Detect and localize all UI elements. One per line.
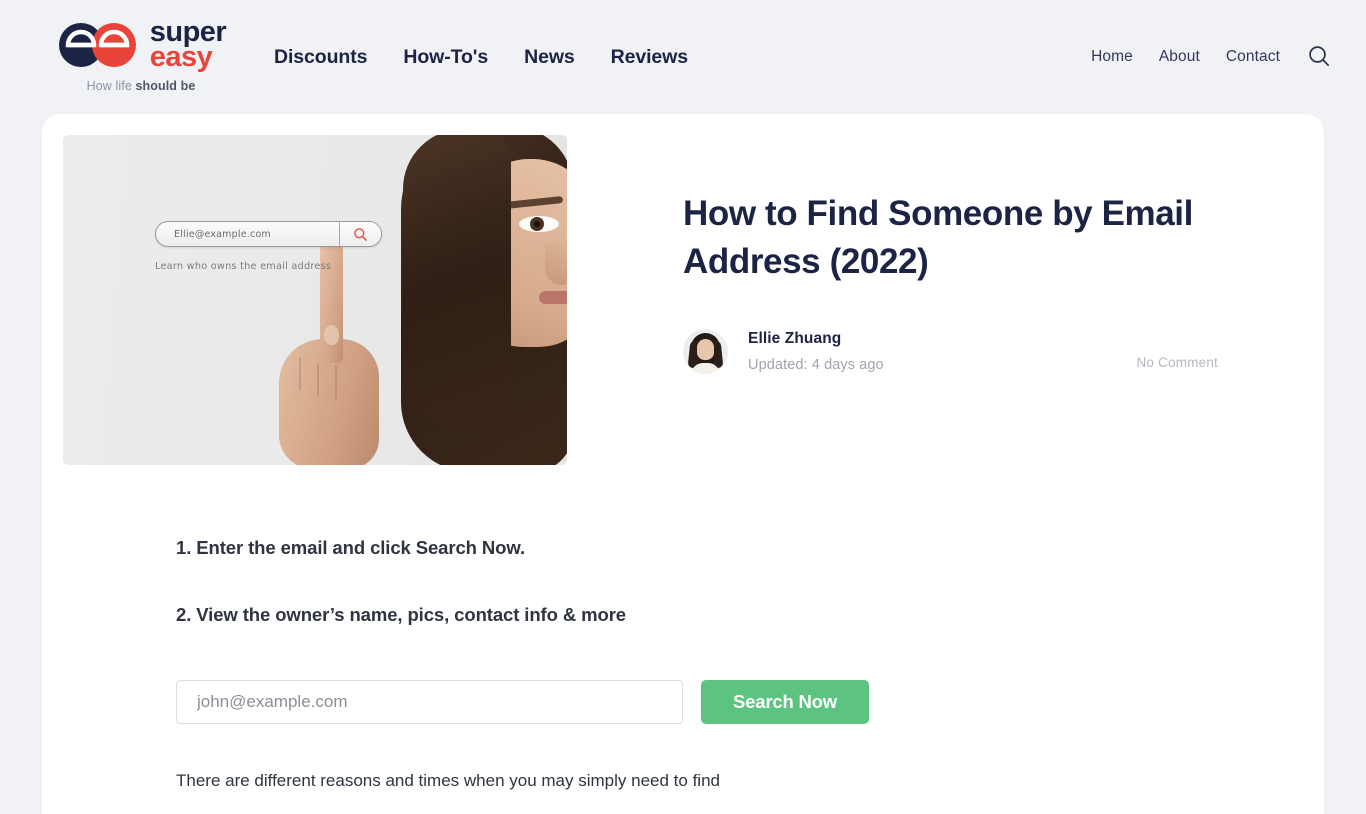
hero-image-search-bar: Ellie@example.com — [155, 221, 382, 247]
logo-row: super easy — [56, 18, 227, 73]
nav-item-news[interactable]: News — [524, 46, 575, 69]
header-search-button[interactable] — [1306, 44, 1332, 70]
site-header: super easy How life should be Discounts … — [0, 0, 1366, 114]
hero-image-search-value: Ellie@example.com — [174, 228, 271, 240]
page-title: How to Find Someone by Email Address (20… — [683, 194, 1193, 282]
author-name[interactable]: Ellie Zhuang — [748, 330, 884, 348]
nav-item-how-tos[interactable]: How-To's — [403, 46, 488, 69]
hero-image-pointing-hand — [275, 239, 383, 465]
comment-count[interactable]: No Comment — [1136, 355, 1218, 374]
article-body: 1. Enter the email and click Search Now.… — [42, 465, 1324, 796]
utility-navigation: Home About Contact — [1091, 0, 1366, 114]
avatar — [683, 328, 728, 374]
hero-image: Ellie@example.com Learn who owns the ema… — [63, 135, 567, 465]
byline: Ellie Zhuang Updated: 4 days ago No Comm… — [683, 328, 1324, 374]
tagline-light: How life — [86, 78, 136, 93]
updated-timestamp: Updated: 4 days ago — [748, 356, 884, 373]
nav-item-home[interactable]: Home — [1091, 48, 1133, 66]
article-card: Ellie@example.com Learn who owns the ema… — [42, 114, 1324, 814]
hero-image-caption: Learn who owns the email address — [155, 261, 332, 272]
search-input[interactable] — [176, 679, 683, 724]
byline-text: Ellie Zhuang Updated: 4 days ago — [748, 330, 884, 373]
primary-navigation: Discounts How-To's News Reviews — [274, 0, 688, 114]
first-paragraph: There are different reasons and times wh… — [176, 770, 720, 790]
superreasy-ee-logo-icon — [56, 22, 142, 68]
nav-item-contact[interactable]: Contact — [1226, 48, 1280, 66]
logo-word-easy: easy — [149, 40, 213, 73]
logo-wordmark: super easy — [149, 18, 227, 73]
tagline-bold: should be — [135, 78, 196, 93]
nav-item-about[interactable]: About — [1159, 48, 1200, 66]
step-2: 2. View the owner’s name, pics, contact … — [176, 603, 626, 625]
site-logo[interactable]: super easy How life should be — [0, 0, 240, 93]
nav-item-reviews[interactable]: Reviews — [611, 46, 688, 69]
hero-image-search-button — [339, 222, 381, 246]
logo-tagline: How life should be — [87, 79, 196, 93]
article-header-block: How to Find Someone by Email Address (20… — [567, 135, 1324, 465]
hero-image-woman — [382, 135, 567, 465]
email-search-form: Search Now — [176, 679, 1324, 724]
search-now-button[interactable]: Search Now — [701, 679, 869, 724]
search-icon — [1307, 44, 1331, 71]
article-hero: Ellie@example.com Learn who owns the ema… — [42, 114, 1324, 465]
nav-item-discounts[interactable]: Discounts — [274, 46, 367, 69]
step-1: 1. Enter the email and click Search Now. — [176, 537, 525, 558]
